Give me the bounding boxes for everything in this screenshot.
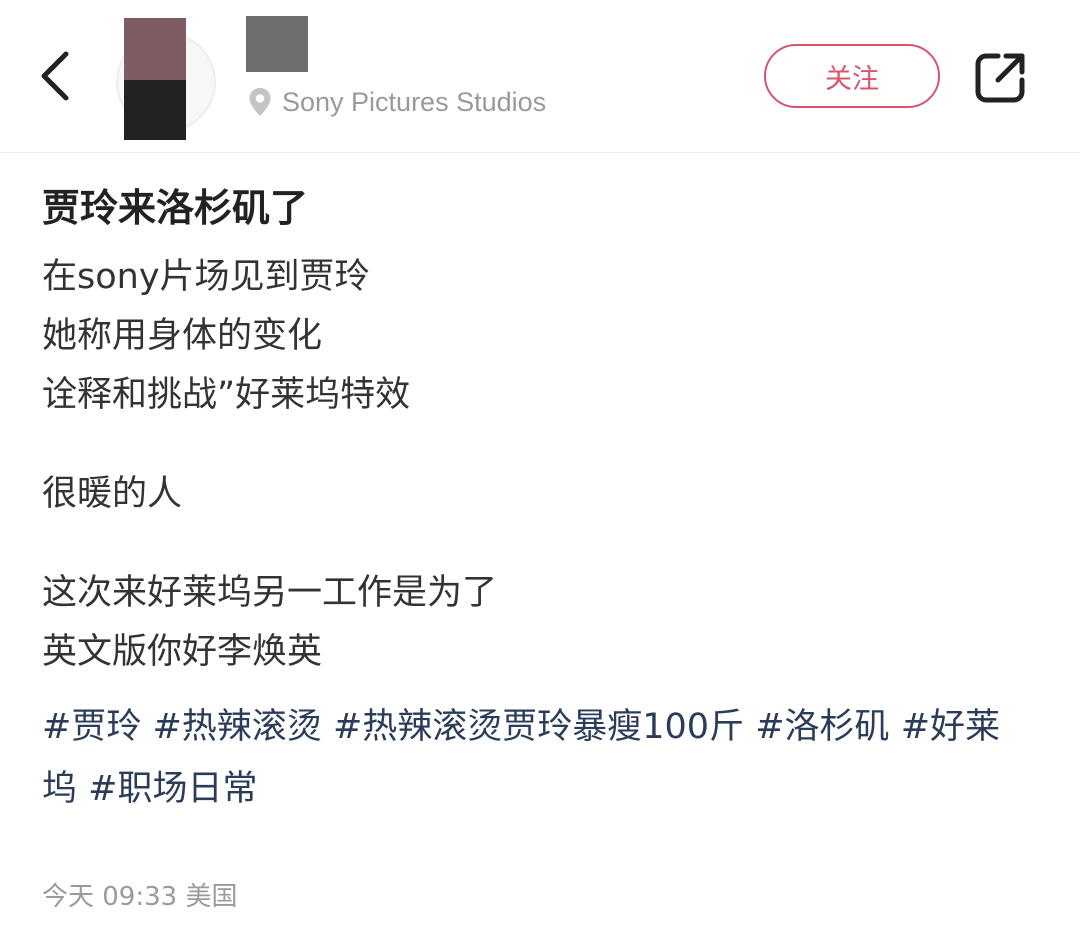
hashtag[interactable]: #热辣滚烫贾玲暴瘦100斤: [333, 707, 744, 747]
hashtag[interactable]: #贾玲: [42, 707, 141, 747]
post-title: 贾玲来洛杉矶了: [42, 186, 309, 230]
hashtag-list: #贾玲 #热辣滚烫 #热辣滚烫贾玲暴瘦100斤 #洛杉矶 #好莱坞 #职场日常: [42, 696, 1032, 820]
paragraph: 在sony片场见到贾玲 她称用身体的变化 诠释和挑战”好莱坞特效: [42, 248, 1032, 425]
body-line: 她称用身体的变化: [42, 316, 323, 356]
share-external-icon: [975, 53, 1025, 103]
body-line: 诠释和挑战”好莱坞特效: [42, 375, 411, 415]
post-body: 在sony片场见到贾玲 她称用身体的变化 诠释和挑战”好莱坞特效 很暖的人 这次…: [42, 248, 1032, 682]
hashtag[interactable]: #职场日常: [88, 769, 257, 809]
body-line: 在sony片场见到贾玲: [42, 257, 370, 297]
hashtag[interactable]: #洛杉矶: [755, 707, 889, 747]
location-tag[interactable]: Sony Pictures Studios: [248, 84, 546, 120]
username-redacted[interactable]: [246, 16, 308, 72]
chevron-left-icon: [41, 51, 69, 101]
location-pin-icon: [249, 88, 271, 116]
body-line: 英文版你好李焕英: [42, 632, 323, 672]
paragraph: 很暖的人: [42, 465, 1032, 524]
back-button[interactable]: [32, 44, 84, 108]
follow-button[interactable]: 关注: [764, 44, 940, 108]
post-header: Sony Pictures Studios 关注: [0, 0, 1080, 153]
body-line: 这次来好莱坞另一工作是为了: [42, 573, 498, 613]
body-line: 很暖的人: [42, 474, 183, 514]
location-label: Sony Pictures Studios: [282, 86, 547, 117]
hashtag[interactable]: #热辣滚烫: [152, 707, 321, 747]
avatar-mosaic: [124, 18, 186, 80]
paragraph: 这次来好莱坞另一工作是为了 英文版你好李焕英: [42, 564, 1032, 682]
post-meta: 今天 09:33 美国: [42, 882, 238, 912]
avatar[interactable]: [116, 14, 216, 140]
post-content: 贾玲来洛杉矶了 在sony片场见到贾玲 她称用身体的变化 诠释和挑战”好莱坞特效…: [42, 168, 1032, 820]
share-button[interactable]: [972, 48, 1030, 106]
avatar-mosaic: [124, 80, 186, 140]
